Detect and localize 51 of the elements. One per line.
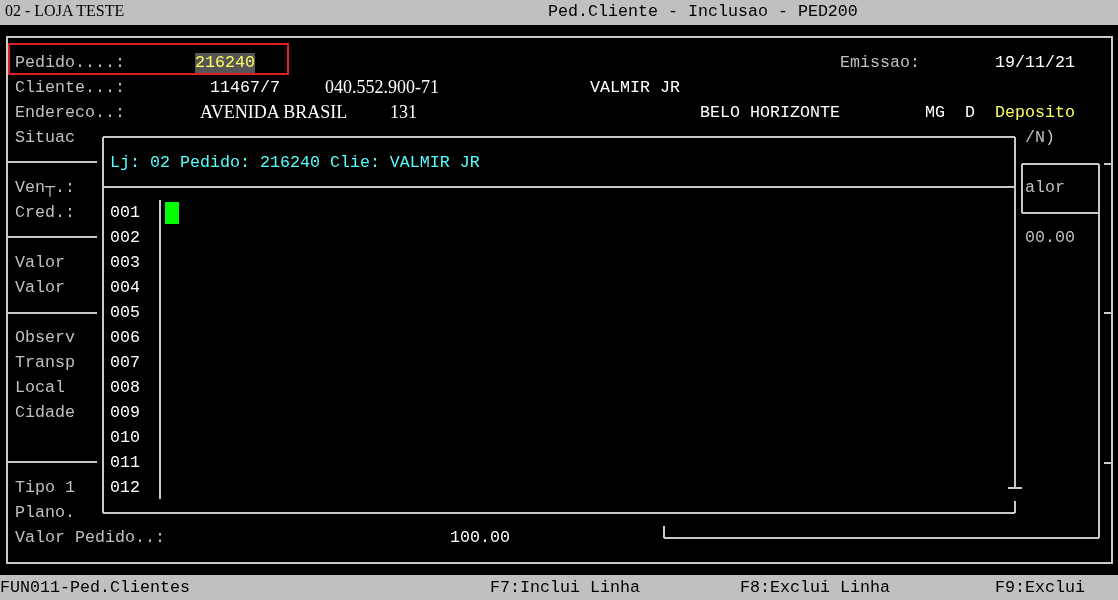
field-value: 100.00 [450,527,510,548]
function-key-hint[interactable]: F9:Exclui [995,577,1085,598]
field-value: AVENIDA BRASIL [200,102,348,123]
line-number: 004 [110,277,140,298]
field-label: Local [15,377,65,398]
field-value: MG [925,102,945,123]
field-label: alor [1025,177,1065,198]
popup-title: Lj: 02 Pedido: 216240 Clie: VALMIR JR [110,152,480,173]
field-value: 19/11/21 [995,52,1075,73]
field-value: 040.552.900-71 [325,77,439,98]
field-label: Tipo 1 [15,477,75,498]
field-value: Deposito [995,102,1075,123]
field-label: Cidade [15,402,75,423]
function-key-hint[interactable]: F7:Inclui Linha [490,577,640,598]
function-key-hint[interactable]: F8:Exclui Linha [740,577,890,598]
field-value: VALMIR JR [590,77,680,98]
field-label: Cliente...: [15,77,125,98]
line-number: 012 [110,477,140,498]
field-label: /N) [1025,127,1055,148]
program-name: FUN011-Ped.Clientes [0,577,190,598]
line-number: 008 [110,377,140,398]
line-number: 003 [110,252,140,273]
field-label: Plano. [15,502,75,523]
window-title: Ped.Cliente - Inclusao - PED200 [548,2,858,21]
line-number: 011 [110,452,140,473]
field-value: 131 [390,102,417,123]
line-number: 006 [110,327,140,348]
field-label: Valor [15,277,65,298]
field-label: Situac [15,127,75,148]
line-number: 007 [110,352,140,373]
line-number: 001 [110,202,140,223]
store-name: 02 - LOJA TESTE [5,2,125,20]
field-value: D [965,102,975,123]
line-number: 009 [110,402,140,423]
field-value: BELO HORIZONTE [700,102,840,123]
field-label: Valor [15,252,65,273]
field-label: Transp [15,352,75,373]
field-label: Observ [15,327,75,348]
field-label: Cred.: [15,202,75,223]
text-cursor [165,201,179,224]
field-label: Ven┬.: [15,177,75,198]
field-label: 00.00 [1025,227,1075,248]
field-label: Emissao: [840,52,920,73]
line-number: 010 [110,427,140,448]
field-label: Endereco..: [15,102,125,123]
field-value: 11467/7 [210,77,280,98]
line-number: 005 [110,302,140,323]
line-number: 002 [110,227,140,248]
input-field[interactable]: 216240 [195,52,255,73]
field-label: Valor Pedido..: [15,527,165,548]
field-label: Pedido....: [15,52,125,73]
